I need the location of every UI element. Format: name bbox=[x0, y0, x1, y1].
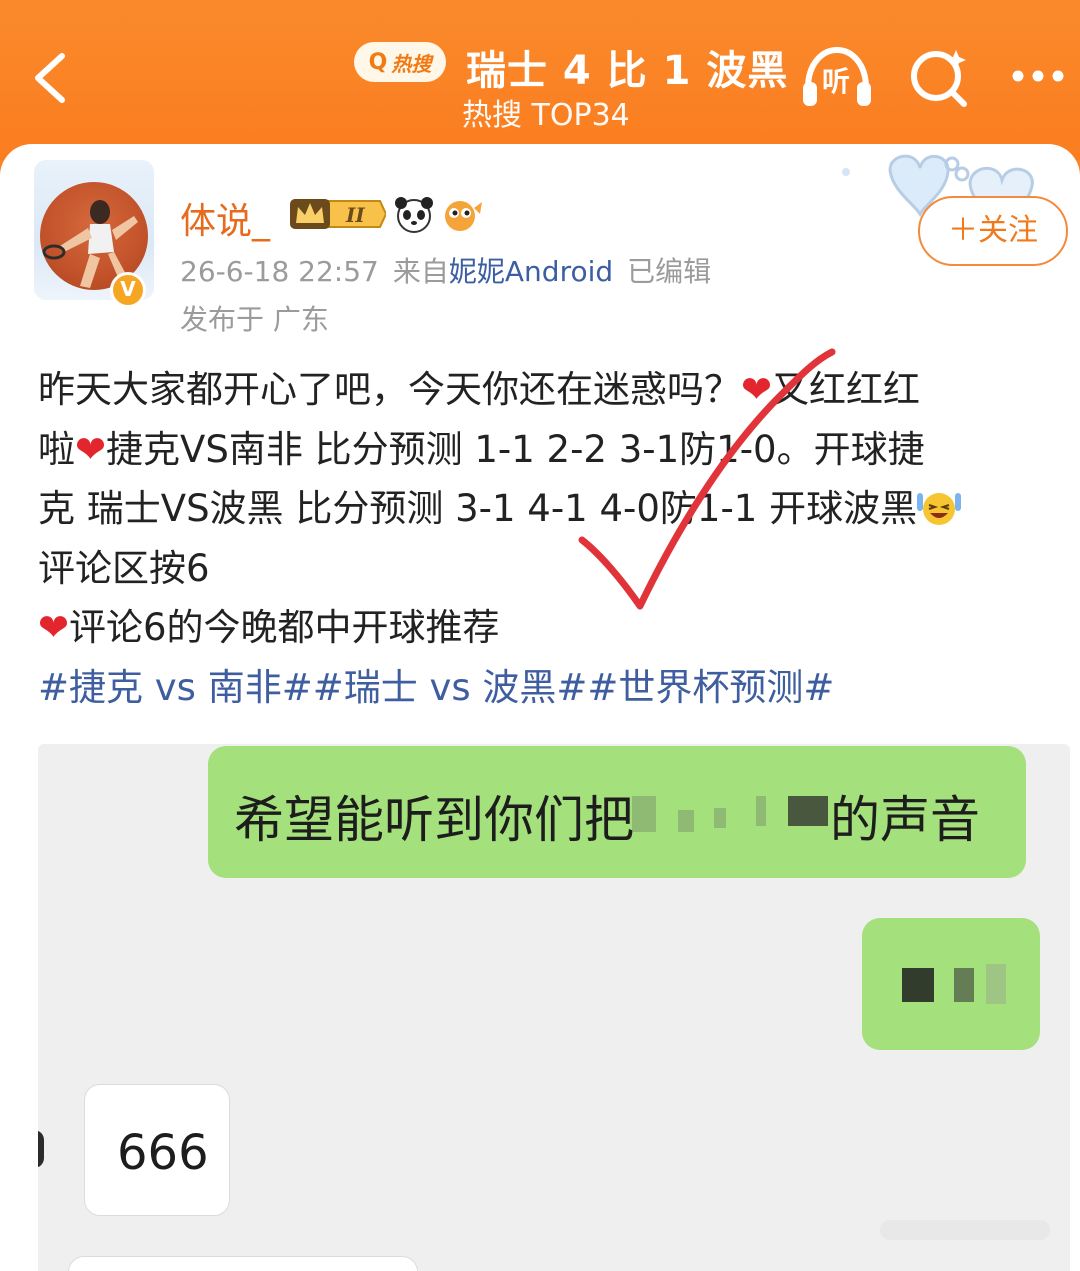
level-badge-text: II bbox=[345, 203, 365, 227]
level-crown-badge[interactable]: II bbox=[286, 197, 386, 231]
hashtag-links[interactable]: #捷克 vs 南非##瑞士 vs 波黑##世界杯预测# bbox=[38, 658, 834, 718]
hot-search-badge-label: 热搜 bbox=[391, 51, 432, 76]
page-subtitle: 热搜 TOP34 bbox=[462, 98, 630, 133]
heart-emoji: ❤ bbox=[75, 427, 107, 471]
top-nav-bar: Q 热搜 瑞士 4 比 1 波黑 热搜 TOP34 听 bbox=[0, 0, 1080, 150]
image-watermark-icon bbox=[880, 1220, 1050, 1240]
post-text: 昨天大家都开心了吧，今天你还在迷惑吗？❤又红红红 啦❤捷克VS南非 比分预测 1… bbox=[38, 360, 1048, 658]
edited-label: 已编辑 bbox=[627, 255, 712, 288]
pixelated-redaction bbox=[632, 796, 656, 832]
post-line: 啦❤捷克VS南非 比分预测 1-1 2-2 3-1防1-0。开球捷 bbox=[38, 420, 1048, 480]
pixelated-redaction bbox=[954, 968, 974, 1002]
chat-message-prefix: 希望能听到你们把 bbox=[234, 791, 634, 849]
back-button[interactable] bbox=[26, 46, 86, 110]
chat-message: 666 bbox=[117, 1125, 209, 1181]
chat-screenshot-image[interactable]: 希望能听到你们把 的声音 666 bbox=[38, 744, 1070, 1271]
pixelated-redaction bbox=[902, 968, 934, 1002]
search-sparkle-icon bbox=[911, 50, 967, 107]
heart-emoji: ❤ bbox=[38, 606, 70, 649]
author-badges: II bbox=[286, 194, 484, 234]
laughing-emoji-icon bbox=[917, 493, 962, 525]
chat-bubble-sent bbox=[862, 918, 1040, 1050]
post-line: 昨天大家都开心了吧，今天你还在迷惑吗？❤又红红红 bbox=[38, 360, 1048, 420]
chat-message: 希望能听到你们把 的声音 bbox=[234, 780, 980, 852]
search-button[interactable] bbox=[906, 44, 972, 110]
post-line: 克 瑞士VS波黑 比分预测 3-1 4-1 4-0防1-1 开球波黑 bbox=[38, 479, 1048, 539]
verified-badge: V bbox=[110, 272, 146, 308]
panda-icon bbox=[395, 197, 433, 233]
pixelated-redaction bbox=[714, 808, 726, 828]
author-name[interactable]: 体说_ bbox=[180, 192, 270, 244]
page-title: 瑞士 4 比 1 波黑 bbox=[466, 48, 789, 94]
chat-bubble-received bbox=[68, 1256, 418, 1271]
author-avatar[interactable]: V bbox=[34, 160, 154, 308]
search-icon: Q bbox=[368, 49, 388, 75]
post-text-segment: 啦 bbox=[38, 427, 75, 471]
source-link[interactable]: 妮妮Android bbox=[449, 255, 613, 288]
hot-search-badge: Q 热搜 bbox=[354, 42, 446, 82]
pixelated-redaction bbox=[678, 810, 694, 832]
post-line: ❤评论6的今晚都中开球推荐 bbox=[38, 598, 1048, 658]
post-text-segment: 评论6的今晚都中开球推荐 bbox=[69, 606, 500, 649]
pufferfish-icon bbox=[445, 201, 482, 231]
listen-label: 听 bbox=[822, 65, 851, 98]
pixelated-redaction bbox=[788, 796, 828, 826]
more-dots-icon bbox=[1012, 70, 1064, 82]
post-timestamp: 26-6-18 22:57 bbox=[180, 255, 379, 288]
chevron-left-icon bbox=[35, 53, 65, 103]
post-meta: 26-6-18 22:57 来自妮妮Android 已编辑 bbox=[180, 250, 711, 290]
pixelated-redaction bbox=[986, 964, 1006, 1004]
hot-search-title-block[interactable]: Q 热搜 瑞士 4 比 1 波黑 热搜 TOP34 bbox=[350, 30, 787, 133]
listen-button[interactable]: 听 bbox=[800, 44, 874, 110]
post-location: 发布于 广东 bbox=[180, 303, 329, 336]
chat-bubble-received: 666 bbox=[84, 1084, 230, 1216]
post-card: V 体说_ II 26-6-18 22:57 来自妮妮Android 已编辑 发… bbox=[0, 144, 1080, 1271]
more-button[interactable] bbox=[1008, 56, 1068, 96]
chat-message-suffix: 的声音 bbox=[830, 791, 980, 849]
follow-button[interactable]: ＋关注 bbox=[918, 196, 1068, 266]
red-checkmark-annotation bbox=[578, 348, 836, 610]
post-line: 评论区按6 bbox=[38, 546, 210, 590]
pixelated-redaction bbox=[756, 796, 766, 826]
chat-avatar bbox=[38, 1130, 44, 1168]
chat-bubble-sent: 希望能听到你们把 的声音 bbox=[208, 746, 1026, 878]
source-prefix: 来自 bbox=[392, 255, 449, 288]
